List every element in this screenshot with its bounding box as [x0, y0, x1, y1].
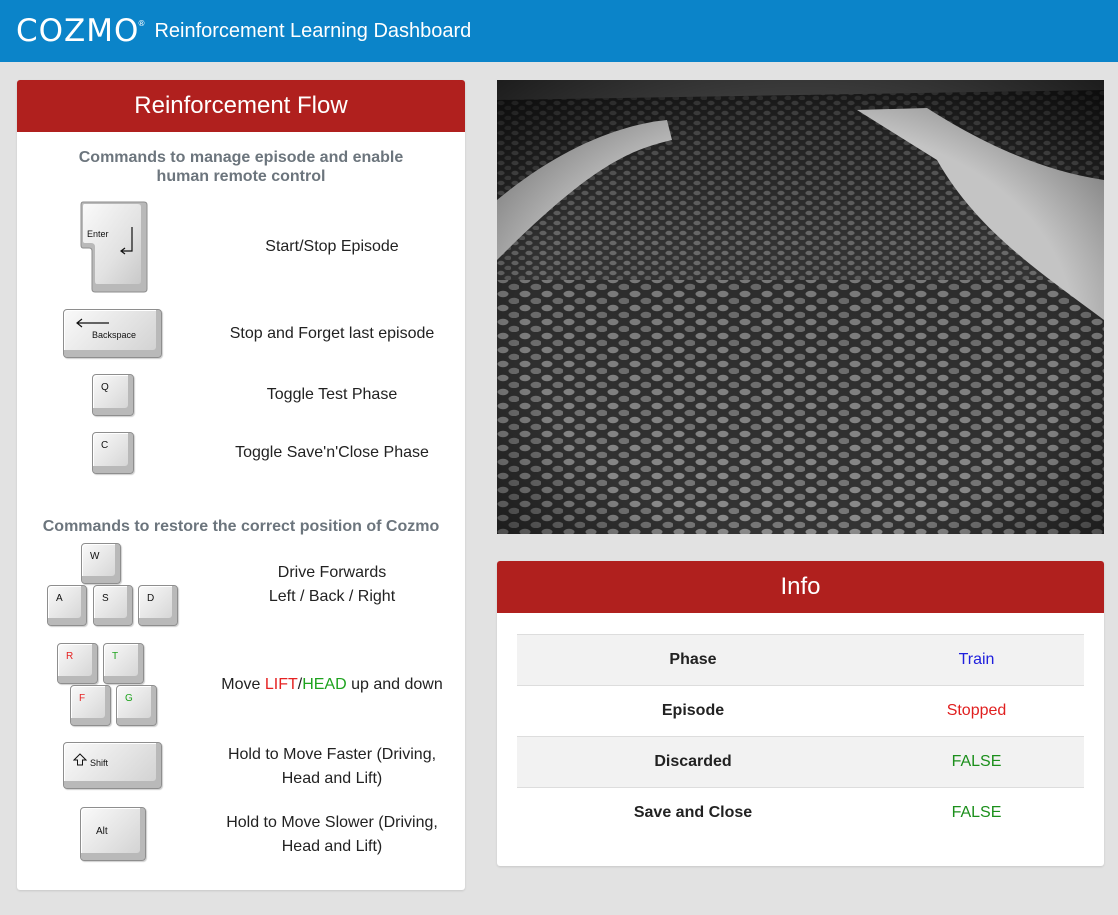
- table-row: Phase Train: [517, 634, 1084, 686]
- cmd-stop-forget: Stop and Forget last episode: [229, 325, 435, 342]
- w-key-icon: W: [81, 543, 121, 584]
- backspace-arrow-icon: [76, 318, 109, 328]
- cozmo-logo: COZMO ®: [16, 13, 145, 49]
- t-key-icon: T: [103, 643, 144, 684]
- lift-label: LIFT: [264, 676, 298, 693]
- info-value-phase: Train: [869, 634, 1084, 686]
- info-label-save-close: Save and Close: [517, 787, 869, 838]
- head-label: HEAD: [302, 676, 347, 693]
- enter-key-icon: Enter: [80, 201, 148, 293]
- table-row: Episode Stopped: [517, 685, 1084, 737]
- c-key-icon: C: [92, 432, 134, 474]
- camera-feed-graphic: [497, 80, 1104, 534]
- info-value-discarded: FALSE: [869, 736, 1084, 788]
- cmd-toggle-save: Toggle Save'n'Close Phase: [235, 444, 429, 461]
- logo-text: COZMO: [16, 13, 140, 49]
- f-key-icon: F: [70, 685, 111, 726]
- reinforcement-flow-title: Reinforcement Flow: [17, 80, 465, 132]
- info-title: Info: [497, 561, 1104, 613]
- section-title-position: Commands to restore the correct position…: [42, 518, 440, 535]
- backspace-key-icon: Backspace: [63, 309, 162, 358]
- cmd-move-lift-head: Move LIFT/HEAD up and down: [221, 676, 443, 693]
- q-key-icon: Q: [92, 374, 134, 416]
- alt-key-icon: Alt: [80, 807, 146, 861]
- cmd-toggle-test: Toggle Test Phase: [266, 386, 398, 403]
- info-label-discarded: Discarded: [517, 736, 869, 788]
- table-row: Discarded FALSE: [517, 736, 1084, 788]
- shift-key-icon: Shift: [63, 742, 162, 789]
- r-key-icon: R: [57, 643, 98, 684]
- camera-feed-image: [497, 80, 1104, 534]
- cmd-drive-line2: Left / Back / Right: [268, 588, 396, 605]
- app-title: Reinforcement Learning Dashboard: [154, 19, 472, 42]
- reinforcement-flow-card: Reinforcement Flow Commands to manage ep…: [17, 80, 465, 890]
- section-title-episode: Commands to manage episode and enable hu…: [78, 149, 404, 185]
- info-value-episode: Stopped: [869, 685, 1084, 737]
- cmd-start-stop: Start/Stop Episode: [265, 238, 399, 255]
- a-key-icon: A: [47, 585, 87, 626]
- table-row: Save and Close FALSE: [517, 787, 1084, 838]
- cmd-move-faster: Hold to Move Faster (Driving, Head and L…: [227, 746, 437, 787]
- registered-mark: ®: [137, 19, 147, 28]
- shift-arrow-icon: [73, 753, 87, 766]
- info-table: Phase Train Episode Stopped Discarded FA…: [517, 634, 1084, 838]
- s-key-icon: S: [93, 585, 133, 626]
- info-label-phase: Phase: [517, 634, 869, 686]
- d-key-icon: D: [138, 585, 178, 626]
- g-key-icon: G: [116, 685, 157, 726]
- cmd-drive: Drive Forwards Left / Back / Right: [217, 561, 447, 609]
- cmd-move-slower: Hold to Move Slower (Driving, Head and L…: [226, 814, 438, 855]
- top-bar: COZMO ® Reinforcement Learning Dashboard: [0, 0, 1118, 62]
- svg-text:Enter: Enter: [87, 229, 109, 239]
- info-value-save-close: FALSE: [869, 787, 1084, 838]
- info-card: Info Phase Train Episode Stopped Discard…: [497, 561, 1104, 866]
- info-label-episode: Episode: [517, 685, 869, 737]
- cmd-drive-line1: Drive Forwards: [277, 564, 387, 581]
